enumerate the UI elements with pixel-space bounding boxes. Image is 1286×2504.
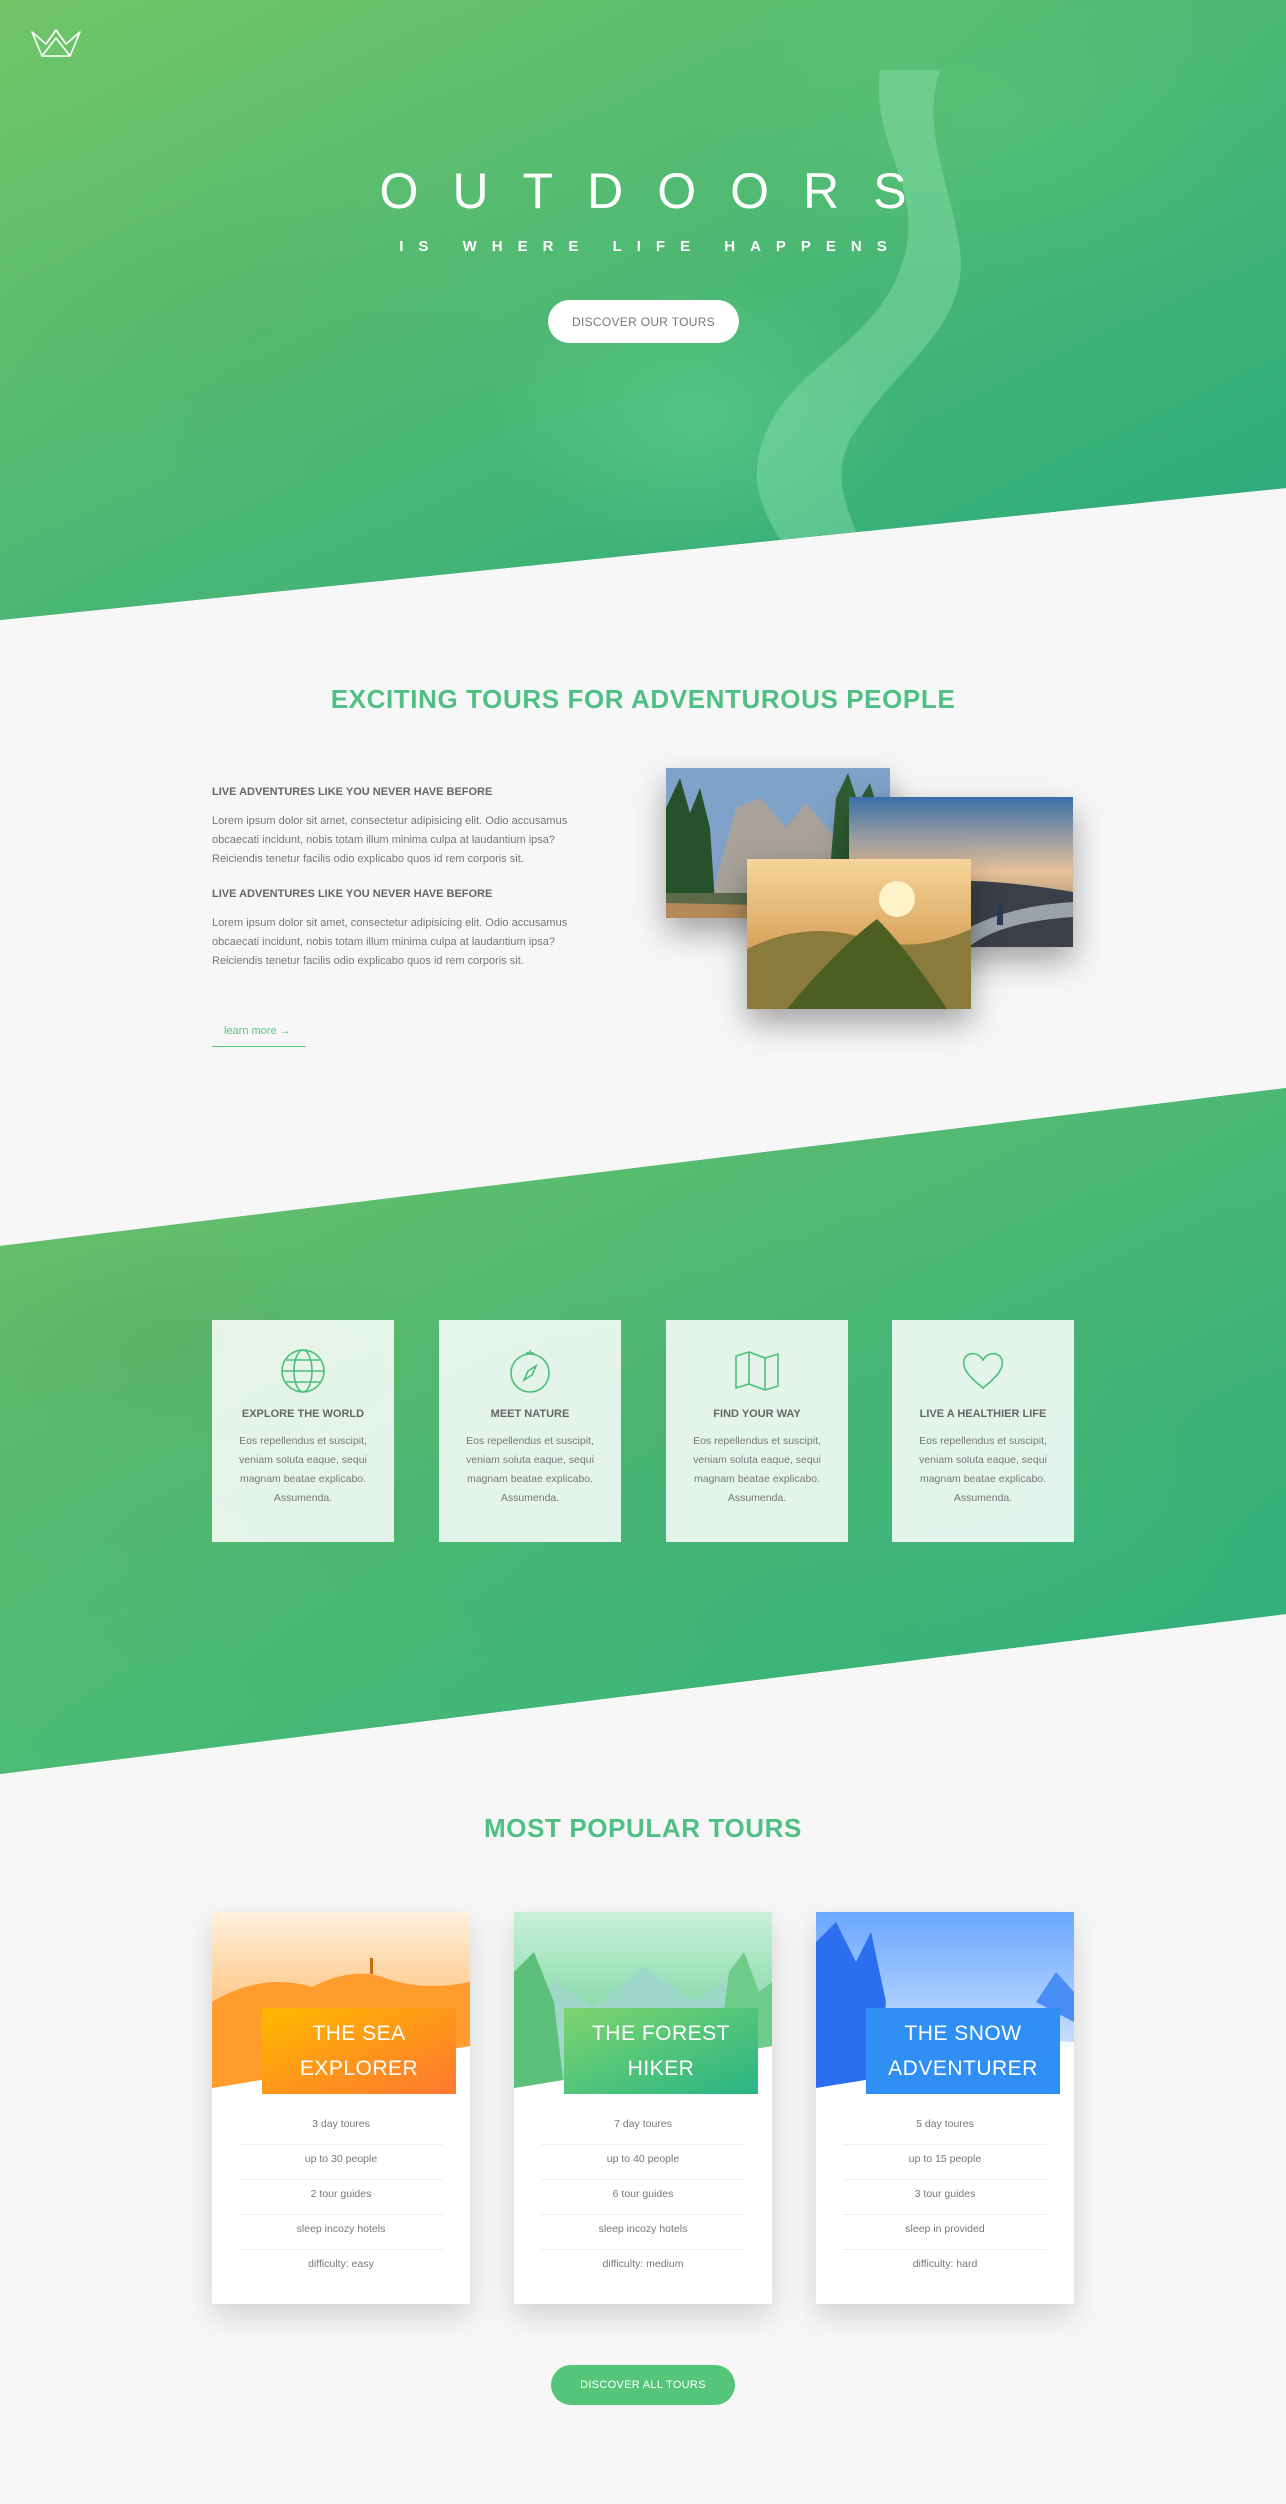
card-detail: sleep in provided	[843, 2215, 1047, 2250]
card-detail: 6 tour guides	[541, 2180, 745, 2215]
tour-card-forest-hiker[interactable]: THE FOREST HIKER 7 day toures up to 40 p…	[514, 1912, 772, 2304]
feature-text: Eos repellendus et suscipit, veniam solu…	[466, 1435, 594, 1504]
globe-icon	[281, 1349, 325, 1393]
card-title-line: ADVENTURER	[888, 2057, 1038, 2080]
feature-title: LIVE A HEALTHIER LIFE	[919, 1408, 1047, 1420]
feature-box-way: FIND YOUR WAY Eos repellendus et suscipi…	[666, 1320, 848, 1542]
learn-more-link[interactable]: learn more →	[212, 1022, 306, 1047]
about-heading: EXCITING TOURS FOR ADVENTUROUS PEOPLE	[330, 684, 956, 714]
tour-card-snow-adventurer[interactable]: THE SNOW ADVENTURER 5 day toures up to 1…	[816, 1912, 1074, 2304]
tour-card-sea-explorer[interactable]: THE SEA EXPLORER 3 day toures up to 30 p…	[212, 1912, 470, 2304]
feature-title: EXPLORE THE WORLD	[241, 1408, 365, 1420]
card-detail: sleep incozy hotels	[541, 2215, 745, 2250]
card-detail: up to 40 people	[541, 2145, 745, 2180]
heart-icon	[962, 1352, 1004, 1390]
feature-text: Eos repellendus et suscipit, veniam solu…	[239, 1435, 367, 1504]
card-detail: up to 30 people	[239, 2145, 443, 2180]
discover-all-tours-button[interactable]: DISCOVER ALL TOURS	[551, 2365, 735, 2405]
feature-box-nature: MEET NATURE Eos repellendus et suscipit,…	[439, 1320, 621, 1542]
feature-title: FIND YOUR WAY	[713, 1408, 801, 1420]
card-detail: difficulty: medium	[602, 2258, 684, 2270]
tour-photo-ridge	[747, 859, 971, 1009]
feature-box-health: LIVE A HEALTHIER LIFE Eos repellendus et…	[892, 1320, 1074, 1542]
about-block-title: LIVE ADVENTURES LIKE YOU NEVER HAVE BEFO…	[212, 888, 493, 900]
card-title: THE SNOW ADVENTURER	[866, 2008, 1060, 2094]
map-icon	[735, 1351, 779, 1391]
card-detail: difficulty: hard	[912, 2258, 978, 2270]
card-detail: sleep incozy hotels	[239, 2215, 443, 2250]
about-block-text: Lorem ipsum dolor sit amet, consectetur …	[212, 815, 568, 865]
card-details: 3 day toures up to 30 people 2 tour guid…	[239, 2110, 443, 2285]
feature-box-explore: EXPLORE THE WORLD Eos repellendus et sus…	[212, 1320, 394, 1542]
hero-title: OUTDOORS	[379, 163, 941, 219]
hero-heading: OUTDOORS IS WHERE LIFE HAPPENS	[0, 162, 1286, 255]
hero-subtitle: IS WHERE LIFE HAPPENS	[399, 238, 902, 255]
card-detail: difficulty: easy	[308, 2258, 374, 2270]
card-title-line: THE SEA	[312, 2022, 406, 2045]
card-title-line: HIKER	[627, 2057, 695, 2080]
card-title: THE FOREST HIKER	[564, 2008, 758, 2094]
card-detail: 5 day toures	[843, 2110, 1047, 2145]
card-title-line: EXPLORER	[299, 2057, 419, 2080]
card-details: 5 day toures up to 15 people 3 tour guid…	[843, 2110, 1047, 2285]
card-detail: 3 day toures	[239, 2110, 443, 2145]
feature-text: Eos repellendus et suscipit, veniam solu…	[919, 1435, 1047, 1504]
about-text: LIVE ADVENTURES LIKE YOU NEVER HAVE BEFO…	[212, 786, 602, 990]
card-details: 7 day toures up to 40 people 6 tour guid…	[541, 2110, 745, 2285]
tours-heading: MOST POPULAR TOURS	[483, 1813, 802, 1843]
about-block-text: Lorem ipsum dolor sit amet, consectetur …	[212, 917, 568, 967]
card-title-line: THE SNOW	[904, 2022, 1022, 2045]
features-section	[0, 1088, 1286, 1774]
card-detail: up to 15 people	[843, 2145, 1047, 2180]
hero-section: OUTDOORS IS WHERE LIFE HAPPENS DISCOVER …	[0, 0, 1286, 620]
river-landscape	[756, 70, 961, 590]
card-detail: 2 tour guides	[239, 2180, 443, 2215]
card-detail: 3 tour guides	[843, 2180, 1047, 2215]
crown-logo-icon[interactable]	[30, 28, 82, 58]
feature-title: MEET NATURE	[490, 1408, 570, 1420]
discover-tours-button[interactable]: DISCOVER OUR TOURS	[548, 300, 739, 343]
card-detail: 7 day toures	[541, 2110, 745, 2145]
about-block-title: LIVE ADVENTURES LIKE YOU NEVER HAVE BEFO…	[212, 786, 493, 798]
feature-text: Eos repellendus et suscipit, veniam solu…	[693, 1435, 821, 1504]
card-title-line: THE FOREST	[591, 2022, 730, 2045]
compass-icon	[510, 1350, 550, 1393]
card-title: THE SEA EXPLORER	[262, 2008, 456, 2094]
